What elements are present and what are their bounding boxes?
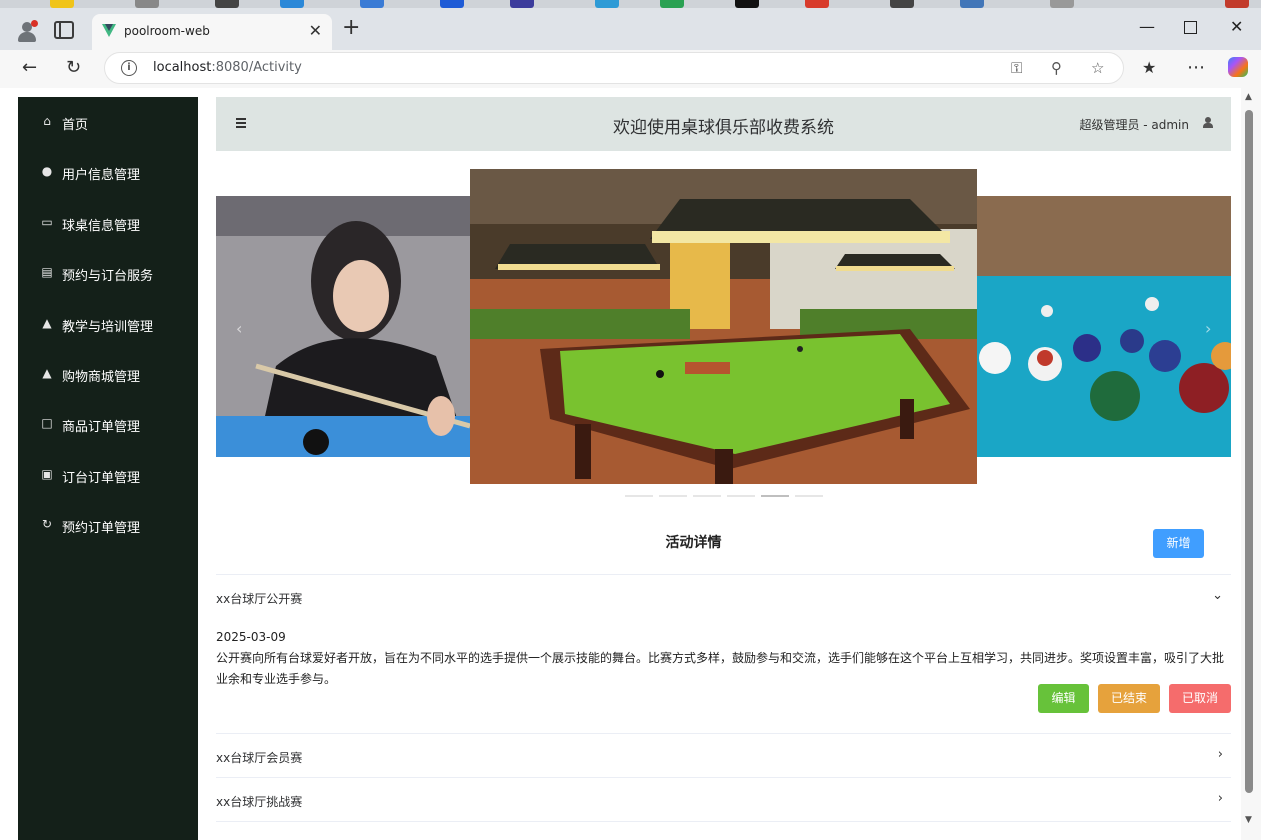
sidebar-item-goods-orders[interactable]: □ 商品订单管理 xyxy=(18,399,198,449)
top-header: 欢迎使用桌球俱乐部收费系统 超级管理员 - admin xyxy=(216,97,1231,151)
home-icon: ⌂ xyxy=(43,114,51,128)
edit-button[interactable]: 编辑 xyxy=(1038,684,1089,713)
chevron-down-icon[interactable]: ⌄ xyxy=(1212,588,1223,603)
scroll-down-icon[interactable]: ▼ xyxy=(1245,815,1252,825)
monitor-icon: ▭ xyxy=(41,215,53,229)
more-menu-icon[interactable]: ⋯ xyxy=(1187,58,1205,78)
sidebar-item-booking[interactable]: ▤ 预约与订台服务 xyxy=(18,248,198,298)
sidebar-item-label: 订台订单管理 xyxy=(62,471,141,486)
chevron-right-icon[interactable]: › xyxy=(1218,791,1223,806)
tab-close-icon[interactable]: ✕ xyxy=(309,21,322,40)
copilot-icon[interactable] xyxy=(1228,57,1248,77)
chevron-right-icon[interactable]: › xyxy=(1218,747,1223,762)
activity-item: xx台球厅会员赛 › xyxy=(216,733,1231,777)
scroll-up-icon[interactable]: ▲ xyxy=(1245,92,1252,102)
window-close-icon[interactable]: ✕ xyxy=(1230,18,1243,36)
carousel-next-icon[interactable]: › xyxy=(1205,319,1211,338)
carousel-indicator[interactable] xyxy=(727,495,755,497)
bag-icon: □ xyxy=(41,416,53,430)
person-icon: ▲ xyxy=(42,316,52,330)
order-icon: ▣ xyxy=(41,467,53,481)
clipboard-icon: ▤ xyxy=(41,265,53,279)
tab-actions-icon[interactable] xyxy=(54,21,74,39)
carousel-slide-billiard-room[interactable] xyxy=(470,169,977,484)
minimize-icon[interactable]: — xyxy=(1139,18,1155,36)
current-user[interactable]: 超级管理员 - admin xyxy=(1079,116,1189,133)
sidebar-item-label: 预约订单管理 xyxy=(62,521,141,536)
browser-tab[interactable]: poolroom-web ✕ xyxy=(92,14,332,50)
page: ⌂ 首页 ● 用户信息管理 ▭ 球桌信息管理 ▤ 预约与订台服务 ▲ 教学与培训… xyxy=(8,88,1241,840)
sidebar-item-label: 教学与培训管理 xyxy=(62,320,154,335)
zoom-out-icon[interactable]: ⚲ xyxy=(1051,59,1062,77)
activity-item-header[interactable]: xx台球厅挑战赛 › xyxy=(216,778,1231,822)
image-carousel: ‹ › xyxy=(216,169,1231,499)
activity-item-expanded: xx台球厅公开赛 ⌄ 2025-03-09 公开赛向所有台球爱好者开放，旨在为不… xyxy=(216,574,1231,733)
scrollbar-thumb[interactable] xyxy=(1245,110,1253,793)
cancelled-button[interactable]: 已取消 xyxy=(1169,684,1231,713)
vue-logo-icon xyxy=(102,24,116,37)
sidebar-item-home[interactable]: ⌂ 首页 xyxy=(18,97,198,147)
carousel-indicator[interactable] xyxy=(625,495,653,497)
profile-icon[interactable] xyxy=(16,20,38,42)
activity-name: xx台球厅公开赛 xyxy=(216,592,303,606)
favorites-icon[interactable]: ★ xyxy=(1142,58,1156,78)
carousel-indicator-active[interactable] xyxy=(761,495,789,497)
carousel-slide-balls[interactable] xyxy=(977,196,1231,457)
user-icon: ● xyxy=(41,164,53,178)
back-icon[interactable]: ← xyxy=(22,58,37,78)
sidebar-item-reservation-orders[interactable]: ↻ 预约订单管理 xyxy=(18,500,198,550)
carousel-indicator[interactable] xyxy=(659,495,687,497)
sidebar-item-table-orders[interactable]: ▣ 订台订单管理 xyxy=(18,450,198,500)
sidebar-item-label: 首页 xyxy=(62,118,89,133)
sidebar-item-tables[interactable]: ▭ 球桌信息管理 xyxy=(18,198,198,248)
key-icon[interactable]: ⚿ xyxy=(1011,59,1022,77)
activity-name: xx台球厅挑战赛 xyxy=(216,795,303,809)
sidebar-item-label: 用户信息管理 xyxy=(62,168,141,183)
reload-icon[interactable]: ↻ xyxy=(66,58,81,78)
carousel-slide-player[interactable] xyxy=(216,196,470,457)
taskbar-strip xyxy=(0,0,1261,8)
sidebar-item-label: 购物商城管理 xyxy=(62,370,141,385)
sidebar-item-label: 商品订单管理 xyxy=(62,420,141,435)
address-bar[interactable]: i localhost:8080/Activity ⚿ ⚲ ☆ xyxy=(104,52,1124,84)
tab-title: poolroom-web xyxy=(124,24,210,38)
tab-bar: poolroom-web ✕ + — ✕ xyxy=(0,8,1261,50)
new-tab-button[interactable]: + xyxy=(342,17,360,39)
activity-item-header[interactable]: xx台球厅会员赛 › xyxy=(216,734,1231,778)
sidebar: ⌂ 首页 ● 用户信息管理 ▭ 球桌信息管理 ▤ 预约与订台服务 ▲ 教学与培训… xyxy=(18,97,198,840)
maximize-icon[interactable] xyxy=(1184,21,1197,34)
navigation-bar: ← ↻ i localhost:8080/Activity ⚿ ⚲ ☆ ★ ⋯ xyxy=(0,50,1261,88)
activity-item-header[interactable]: xx台球厅公开赛 ⌄ xyxy=(216,575,1231,619)
sidebar-item-training[interactable]: ▲ 教学与培训管理 xyxy=(18,299,198,349)
sidebar-item-users[interactable]: ● 用户信息管理 xyxy=(18,147,198,197)
carousel-indicator[interactable] xyxy=(693,495,721,497)
shop-icon: ▲ xyxy=(42,366,52,380)
url-text[interactable]: localhost:8080/Activity xyxy=(153,60,302,75)
favorite-star-icon[interactable]: ☆ xyxy=(1091,59,1104,77)
activity-item: xx台球厅挑战赛 › xyxy=(216,777,1231,822)
activity-section-title: 活动详情 xyxy=(665,535,722,551)
refresh-icon: ↻ xyxy=(41,517,53,531)
sidebar-item-label: 预约与订台服务 xyxy=(62,269,154,284)
sidebar-item-label: 球桌信息管理 xyxy=(62,219,141,234)
page-scrollbar[interactable]: ▲ ▼ xyxy=(1241,88,1261,840)
url-host: localhost xyxy=(153,60,212,75)
url-path: :8080/Activity xyxy=(211,60,302,75)
activity-date: 2025-03-09 xyxy=(216,630,286,644)
site-info-icon[interactable]: i xyxy=(121,60,137,76)
sidebar-item-shop[interactable]: ▲ 购物商城管理 xyxy=(18,349,198,399)
activity-name: xx台球厅会员赛 xyxy=(216,751,303,765)
finished-button[interactable]: 已结束 xyxy=(1098,684,1160,713)
user-avatar-icon[interactable] xyxy=(1203,117,1213,128)
add-activity-button[interactable]: 新增 xyxy=(1153,529,1204,558)
carousel-indicator[interactable] xyxy=(795,495,823,497)
carousel-prev-icon[interactable]: ‹ xyxy=(236,319,242,338)
